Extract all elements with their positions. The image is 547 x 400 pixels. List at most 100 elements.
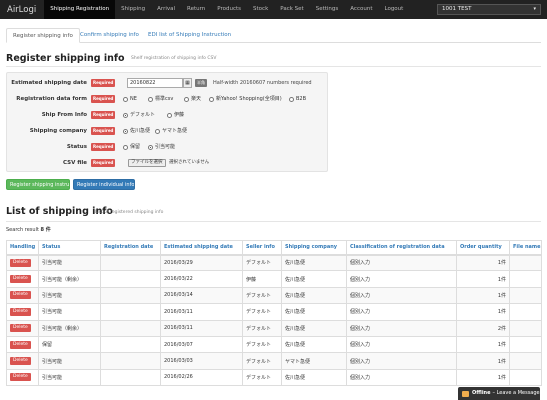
radio-label: 保留 [130,144,141,150]
radio-icon [167,112,172,118]
account-select[interactable]: 1001 TEST ▾ [437,4,541,15]
chat-status: Offline [472,390,491,396]
delete-button[interactable]: Delete [10,373,31,382]
cell-company: 佐川急便 [281,335,347,354]
radio-allocatable[interactable]: 引当可能 [148,141,175,153]
nav-settings[interactable]: Settings [310,0,345,19]
delete-button[interactable]: Delete [10,258,31,267]
radio-label: B2B [296,96,307,102]
radio-yahoo[interactable]: 新Yahoo! Shopping(全項目) [209,93,282,105]
col-registration-date[interactable]: Registration date [100,240,161,256]
nav-shipping[interactable]: Shipping [115,0,151,19]
radio-icon [123,112,128,118]
chevron-down-icon: ▾ [533,6,536,12]
delete-button[interactable]: Delete [10,357,31,366]
nav-pack-set[interactable]: Pack Set [274,0,309,19]
cell-cls: 個別入力 [346,303,457,321]
handling-cell: Delete [6,352,39,370]
col-file-name[interactable]: File name [509,240,542,256]
cell-cls: 個別入力 [346,352,457,370]
row-registration-form: Registration data form Required NE 標準csv… [7,93,329,105]
cell-date: 2016/03/11 [160,319,243,337]
col-handling[interactable]: Handling [6,240,39,256]
choose-file-button[interactable]: ファイルを選択 [128,159,166,167]
row-shipping-company: Shipping company Required 佐川急便 ヤマト急便 [7,125,329,137]
col-seller-info[interactable]: Seller info [242,240,282,256]
register-form: Estimated shipping date Required 2016082… [6,72,328,172]
col-estimated-date[interactable]: Estimated shipping date [160,240,243,256]
nav-logout[interactable]: Logout [378,0,409,19]
cell-date: 2016/03/14 [160,286,243,305]
table-row: Delete 引当可能 2016/03/29 デフォルト 佐川急便 個別入力 1件 [6,253,542,272]
radio-icon [209,96,214,102]
cell-qty: 1件 [456,270,510,288]
chat-text: – Leave a Message [492,390,540,396]
col-classification[interactable]: Classification of registration data [346,240,457,256]
cell-cls: 個別入力 [346,253,457,272]
col-status[interactable]: Status [38,240,101,256]
cell-seller: デフォルト [242,303,282,321]
chat-widget[interactable]: Offline – Leave a Message [458,387,540,400]
radio-label: 伊藤 [174,112,185,118]
cell-company: 佐川急便 [281,286,347,305]
estimated-date-label: Estimated shipping date [11,80,87,86]
delete-button[interactable]: Delete [10,275,31,284]
radio-label: NE [130,96,137,102]
radio-standard-csv[interactable]: 標準csv [148,93,173,105]
radio-icon [123,144,128,150]
brand-logo[interactable]: AirLogi [0,5,44,15]
nav-account[interactable]: Account [344,0,378,19]
cell-reg [100,368,161,387]
radio-icon [148,144,153,150]
required-badge: Required [91,127,116,135]
nav-stock[interactable]: Stock [247,0,274,19]
cell-status: 引当可能 [38,286,101,305]
row-ship-from: Ship From Info Required デフォルト 伊藤 [7,109,329,121]
register-individual-info-button[interactable]: Register individual info [73,179,135,190]
radio-sagawa[interactable]: 佐川急便 [123,125,150,137]
col-order-quantity[interactable]: Order quantity [456,240,510,256]
radio-ne[interactable]: NE [123,93,137,105]
tab-register-shipping-info[interactable]: Register shipping info [6,28,80,43]
cell-reg [100,270,161,288]
delete-button[interactable]: Delete [10,291,31,300]
radio-icon [123,128,128,134]
radio-icon [148,96,153,102]
col-shipping-company[interactable]: Shipping company [281,240,347,256]
nav-products[interactable]: Products [211,0,247,19]
cell-file [509,303,542,321]
cell-date: 2016/03/07 [160,335,243,354]
ship-from-label: Ship From Info [41,112,87,118]
cell-cls: 個別入力 [346,368,457,387]
tab-confirm-shipping-info[interactable]: Confirm shipping info [74,28,145,43]
register-shipping-instruction-button[interactable]: Register shipping instru [6,179,70,190]
cell-status: 引当可能 [38,303,101,321]
nav-shipping-registration[interactable]: Shipping Registration [44,0,116,19]
divider [6,66,541,67]
radio-ito[interactable]: 伊藤 [167,109,184,121]
account-select-value: 1001 TEST [442,6,472,12]
required-badge: Required [91,143,116,151]
radio-hold[interactable]: 保留 [123,141,140,153]
table-row: Delete 引当可能（剰余） 2016/03/11 デフォルト 佐川急便 個別入力 2件 [6,319,542,337]
cell-cls: 個別入力 [346,270,457,288]
radio-rakuten[interactable]: 楽天 [184,93,201,105]
nav-arrival[interactable]: Arrival [151,0,181,19]
cell-seller: デフォルト [242,368,282,387]
radio-default[interactable]: デフォルト [123,109,155,121]
radio-b2b[interactable]: B2B [289,93,306,105]
radio-yamato[interactable]: ヤマト急便 [155,125,187,137]
nav-return[interactable]: Return [181,0,211,19]
tab-edi-list[interactable]: EDI list of Shipping Instruction [142,28,237,43]
search-result-label: Search result [6,227,39,233]
cell-status: 引当可能（剰余） [38,270,101,288]
calendar-icon[interactable]: ▦ [183,78,192,88]
cell-cls: 個別入力 [346,286,457,305]
delete-button[interactable]: Delete [10,307,31,316]
radio-icon [184,96,189,102]
row-estimated-date: Estimated shipping date Required 2016082… [7,77,329,89]
delete-button[interactable]: Delete [10,324,31,333]
estimated-date-input[interactable]: 20160822 [127,78,183,88]
row-status: Status Required 保留 引当可能 [7,141,329,153]
delete-button[interactable]: Delete [10,340,31,349]
